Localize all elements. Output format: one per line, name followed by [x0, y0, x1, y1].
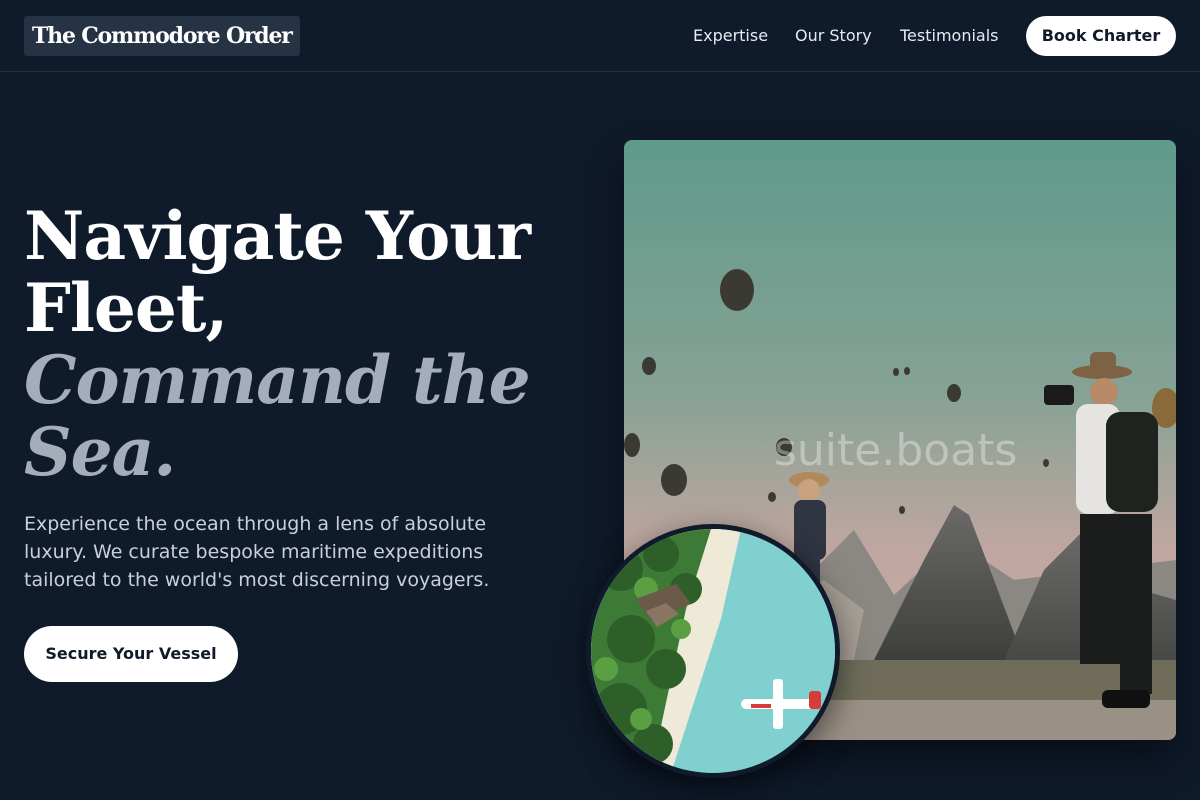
hero-title-accent: Command the	[24, 341, 531, 419]
book-charter-button[interactable]: Book Charter	[1026, 16, 1176, 56]
nav-link-expertise[interactable]: Expertise	[693, 25, 768, 47]
hero-title-accent: Sea.	[24, 413, 176, 491]
hero-subtitle: Experience the ocean through a lens of a…	[24, 513, 490, 591]
island-aerial-image	[591, 529, 835, 773]
top-navbar: The Commodore Order Expertise Our Story …	[0, 0, 1200, 72]
hero-title: Navigate Your Fleet, Command the Sea.	[24, 200, 584, 488]
nav-link-testimonials[interactable]: Testimonials	[900, 25, 999, 47]
nav-link-our-story[interactable]: Our Story	[795, 25, 872, 47]
photo-watermark: suite.boats	[774, 425, 1018, 476]
secure-vessel-button[interactable]: Secure Your Vessel	[24, 626, 238, 682]
brand-logo[interactable]: The Commodore Order	[24, 16, 300, 56]
hero-title-line: Fleet,	[24, 269, 228, 347]
hero-title-line: Navigate Your	[24, 197, 531, 275]
inset-photo-island	[586, 524, 840, 778]
